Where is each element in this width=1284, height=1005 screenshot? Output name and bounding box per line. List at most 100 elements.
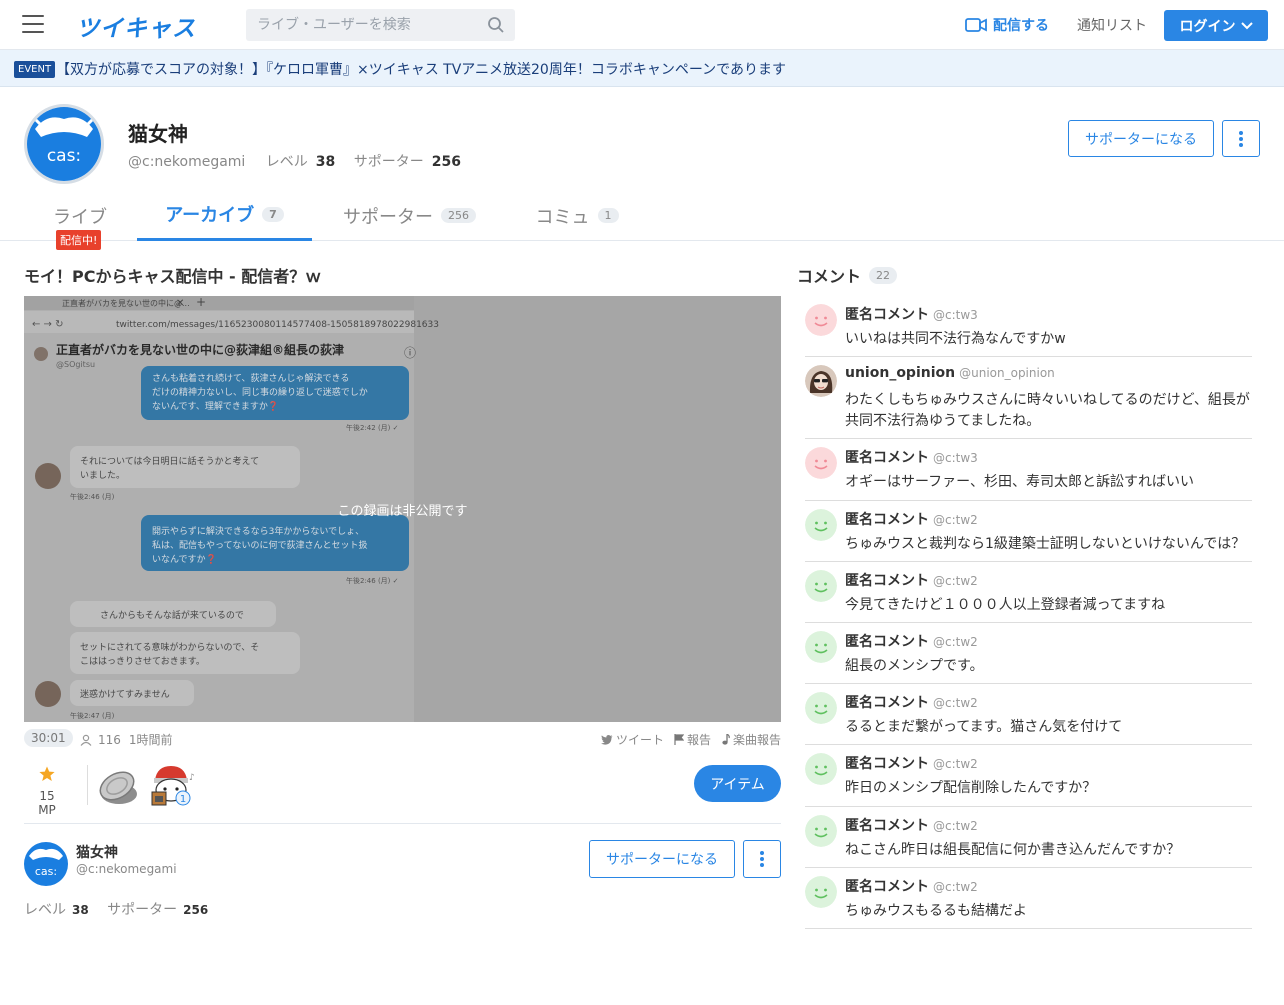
comments-count: 22 <box>869 266 898 284</box>
comment-text: ちゅみウスもるるも結構だよ <box>845 903 1027 919</box>
comment-text: ねこさん昨日は組長配信に何か書き込んだんですか？ <box>845 842 1181 858</box>
video-title: モイ！PCからキャス配信中 - 配信者？ｗ <box>24 267 322 286</box>
commenter-avatar[interactable] <box>805 570 837 602</box>
supporter-count: 256 <box>431 154 461 170</box>
comment-item: 匿名コメント @c:tw2 ちゅみウスもるるも結構だよ <box>805 868 1252 929</box>
search-box[interactable] <box>246 9 515 41</box>
divider <box>87 765 88 805</box>
commenter-name[interactable]: 匿名コメント @c:tw2 <box>845 509 978 529</box>
broadcast-button[interactable]: 配信する <box>965 15 1049 35</box>
commenter-name[interactable]: 匿名コメント @c:tw2 <box>845 631 978 651</box>
supporter-label: サポーター <box>107 902 178 918</box>
tab-count: 256 <box>441 208 476 223</box>
top-header: ツイキャス 配信する 通知リスト ログイン <box>0 0 1284 50</box>
commenter-id: @c:tw2 <box>933 757 978 771</box>
coin-item-icon[interactable] <box>98 766 140 806</box>
tab-supporters[interactable]: サポーター 256 <box>312 190 507 241</box>
tab-community[interactable]: コミュ 1 <box>507 190 647 241</box>
level-value: 38 <box>72 903 89 917</box>
music-report-link[interactable]: 楽曲報告 <box>721 731 781 748</box>
event-badge: EVENT <box>14 61 56 78</box>
commenter-avatar[interactable] <box>805 876 837 908</box>
more-vertical-icon <box>760 849 764 869</box>
commenter-id: @c:tw2 <box>933 513 978 527</box>
become-supporter-button[interactable]: サポーターになる <box>1068 120 1214 157</box>
broadcaster-stats: レベル 38 サポーター 256 <box>24 899 222 919</box>
search-icon[interactable] <box>487 16 505 34</box>
comment-item: 匿名コメント @c:tw3 いいねは共同不法行為なんですかw <box>805 296 1252 357</box>
event-banner[interactable]: EVENT 【双方が応募でスコアの対象！】『ケロロ軍曹』×ツイキャス TVアニメ… <box>0 50 1284 87</box>
broadcast-label: 配信する <box>993 18 1049 34</box>
hamburger-menu-icon[interactable] <box>22 15 44 33</box>
login-button[interactable]: ログイン <box>1164 10 1268 41</box>
commenter-id: @c:tw3 <box>933 308 978 322</box>
commenter-id: @c:tw2 <box>933 696 978 710</box>
time-ago: 1時間前 <box>128 733 173 747</box>
commenter-name[interactable]: 匿名コメント @c:tw3 <box>845 304 978 324</box>
person-icon <box>80 734 92 746</box>
commenter-avatar[interactable] <box>805 365 837 397</box>
commenter-avatar[interactable] <box>805 753 837 785</box>
search-input[interactable] <box>246 9 476 41</box>
item-button[interactable]: アイテム <box>694 765 781 802</box>
more-options-button[interactable] <box>743 840 781 878</box>
commenter-avatar[interactable] <box>805 815 837 847</box>
broadcaster-name[interactable]: 猫女神 <box>76 842 118 862</box>
commenter-id: @c:tw3 <box>933 451 978 465</box>
comments-header: コメント 22 <box>797 263 898 287</box>
comment-item: 匿名コメント @c:tw2 組長のメンシプです。 <box>805 623 1252 684</box>
comment-item: 匿名コメント @c:tw2 るるとまだ繋がってます。猫さん気を付けて <box>805 684 1252 745</box>
profile-avatar[interactable]: cas: <box>24 104 104 184</box>
tab-count: 1 <box>597 208 619 223</box>
commenter-name[interactable]: 匿名コメント @c:tw2 <box>845 815 978 835</box>
notification-list-link[interactable]: 通知リスト <box>1077 15 1147 35</box>
tab-archive[interactable]: アーカイブ 7 <box>137 190 312 241</box>
commenter-name[interactable]: union_opinion @union_opinion <box>845 365 1055 381</box>
twitcasting-logo[interactable]: ツイキャス <box>76 9 196 43</box>
mp-score[interactable]: 15 MP <box>30 766 64 817</box>
commenter-id: @c:tw2 <box>933 635 978 649</box>
comment-item: union_opinion @union_opinion わたくしもちゅみウスさんに… <box>805 357 1252 439</box>
commenter-avatar[interactable] <box>805 447 837 479</box>
report-link[interactable]: 報告 <box>674 731 711 748</box>
commenter-id: @c:tw2 <box>933 819 978 833</box>
chevron-down-icon <box>1240 21 1253 29</box>
broadcaster-avatar[interactable]: cas: <box>24 842 68 886</box>
more-options-button[interactable] <box>1222 120 1260 157</box>
video-player[interactable]: 正直者がバカを見ない世の中に@... ✕ + ← → ↻ twitter.com… <box>24 296 781 722</box>
comments-title: コメント <box>797 267 862 286</box>
comment-text: 今見てきたけど１０００人以上登録者減ってますね <box>845 597 1166 613</box>
tab-label: ライブ <box>53 206 107 228</box>
live-now-badge[interactable]: 配信中! <box>56 230 102 250</box>
cat-item-icon[interactable]: 1 ♪ <box>149 762 195 808</box>
tab-label: アーカイブ <box>165 205 255 226</box>
comment-item: 匿名コメント @c:tw2 今見てきたけど１０００人以上登録者減ってますね <box>805 562 1252 623</box>
supporter-label: サポーター <box>353 154 424 170</box>
profile-name: 猫女神 <box>128 122 188 146</box>
commenter-name[interactable]: 匿名コメント @c:tw2 <box>845 876 978 896</box>
tweet-link[interactable]: ツイート <box>600 731 664 748</box>
comment-text: ちゅみウスと裁判なら1級建築士証明しないといけないんでは？ <box>845 536 1246 552</box>
commenter-avatar[interactable] <box>805 631 837 663</box>
more-vertical-icon <box>1239 129 1243 149</box>
become-supporter-button[interactable]: サポーターになる <box>589 840 735 878</box>
video-camera-icon <box>965 18 987 32</box>
svg-text:1: 1 <box>180 794 186 805</box>
commenter-name[interactable]: 匿名コメント @c:tw2 <box>845 753 978 773</box>
flag-icon <box>674 734 684 745</box>
commenter-name[interactable]: 匿名コメント @c:tw2 <box>845 570 978 590</box>
commenter-name[interactable]: 匿名コメント @c:tw2 <box>845 692 978 712</box>
login-label: ログイン <box>1179 18 1236 35</box>
supporter-count: 256 <box>183 903 209 917</box>
svg-text:♪: ♪ <box>189 773 195 783</box>
commenter-avatar[interactable] <box>805 509 837 541</box>
comment-item: 匿名コメント @c:tw2 ねこさん昨日は組長配信に何か書き込んだんですか？ <box>805 807 1252 868</box>
twitter-bird-icon <box>600 734 613 745</box>
commenter-avatar[interactable] <box>805 304 837 336</box>
commenter-name[interactable]: 匿名コメント @c:tw3 <box>845 447 978 467</box>
tab-label: サポーター <box>343 206 433 228</box>
commenter-avatar[interactable] <box>805 692 837 724</box>
profile-id: @c:nekomegami <box>128 154 246 170</box>
svg-text:cas:: cas: <box>35 865 57 878</box>
event-text[interactable]: 【双方が応募でスコアの対象！】『ケロロ軍曹』×ツイキャス TVアニメ放送20周年… <box>56 59 786 79</box>
